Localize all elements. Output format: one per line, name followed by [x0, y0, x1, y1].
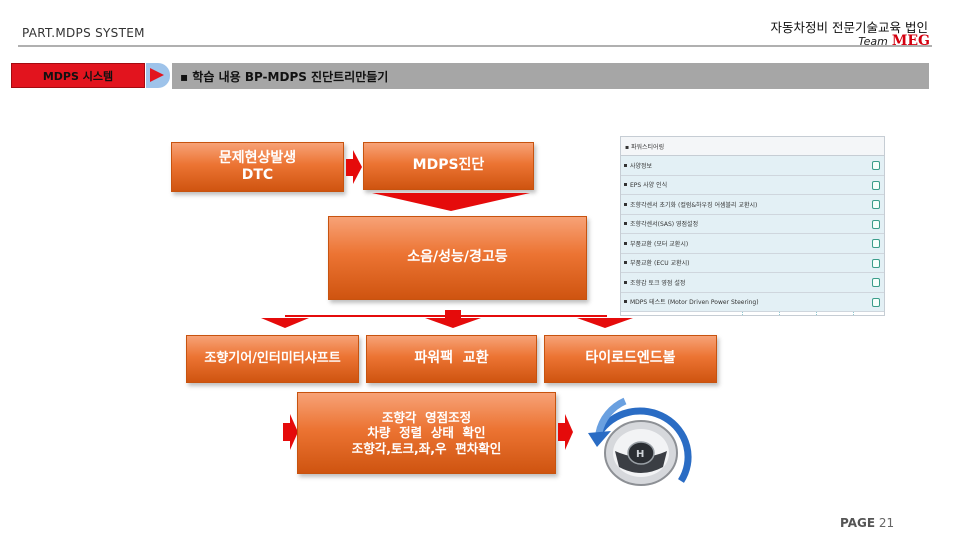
arrow-right-icon [558, 414, 573, 450]
page-label: PAGE [840, 516, 876, 530]
menu-action-icon[interactable] [872, 258, 880, 268]
mdps-diag-box: MDPS진단 [363, 142, 534, 190]
arrow-down-icon [372, 193, 530, 211]
steering-wheel-icon: H [588, 397, 692, 486]
alignment-check-box: 조향각 영점조정 차량 정렬 상태 확인 조향각,토크,좌,우 편차확인 [297, 392, 556, 474]
page-number: PAGE 21 [840, 516, 894, 530]
menu-action-icon[interactable] [872, 297, 880, 307]
menu-item[interactable]: 부품교환 (ECU 교환시) [621, 253, 884, 273]
powerpack-box: 파워팩 교환 [366, 335, 537, 383]
menu-action-icon[interactable] [872, 180, 880, 190]
menu-item[interactable]: 부품교환 (모터 교환시) [621, 234, 884, 254]
svg-text:H: H [636, 449, 644, 460]
menu-action-icon[interactable] [872, 239, 880, 248]
menu-item[interactable]: 사양정보 [621, 156, 884, 176]
arrow-right-icon [346, 150, 362, 184]
topic-bar: ▪ 학습 내용 BP-MDPS 진단트리만들기 [172, 63, 929, 89]
menu-action-icon[interactable] [872, 200, 880, 209]
panel-title: ▪ 파워스티어링 [621, 137, 884, 156]
menu-action-icon[interactable] [872, 161, 880, 170]
tierod-box: 타이로드엔드볼 [544, 335, 717, 383]
menu-action-icon[interactable] [872, 219, 880, 229]
menu-item[interactable]: EPS 사양 인식 [621, 175, 884, 195]
menu-item[interactable]: MDPS 테스트 (Motor Driven Power Steering) [621, 292, 884, 312]
gear-shaft-box: 조향기어/인터미터샤프트 [186, 335, 359, 383]
menu-item[interactable]: 조향각센서(SAS) 영점설정 [621, 214, 884, 234]
arrow-right-icon [283, 414, 298, 450]
branch-arrows-icon [261, 310, 633, 328]
menu-item[interactable]: 조향각센서 초기화 (컬럼&하우징 어셈블리 교환시) [621, 195, 884, 215]
diagnostic-menu-panel: ▪ 파워스티어링 사양정보 EPS 사양 인식 조향각센서 초기화 (컬럼&하우… [620, 136, 885, 316]
symptom-box: 문제현상발생 DTC [171, 142, 344, 192]
page-value: 21 [878, 516, 895, 530]
part-title: PART.MDPS SYSTEM [22, 26, 145, 40]
menu-action-icon[interactable] [872, 278, 880, 287]
section-arrow-icon [146, 63, 170, 88]
menu-item[interactable]: 조향감 토크 영점 설정 [621, 273, 884, 293]
noise-performance-box: 소음/성능/경고등 [328, 216, 587, 300]
header-divider [18, 45, 932, 47]
section-tag: MDPS 시스템 [11, 63, 145, 88]
